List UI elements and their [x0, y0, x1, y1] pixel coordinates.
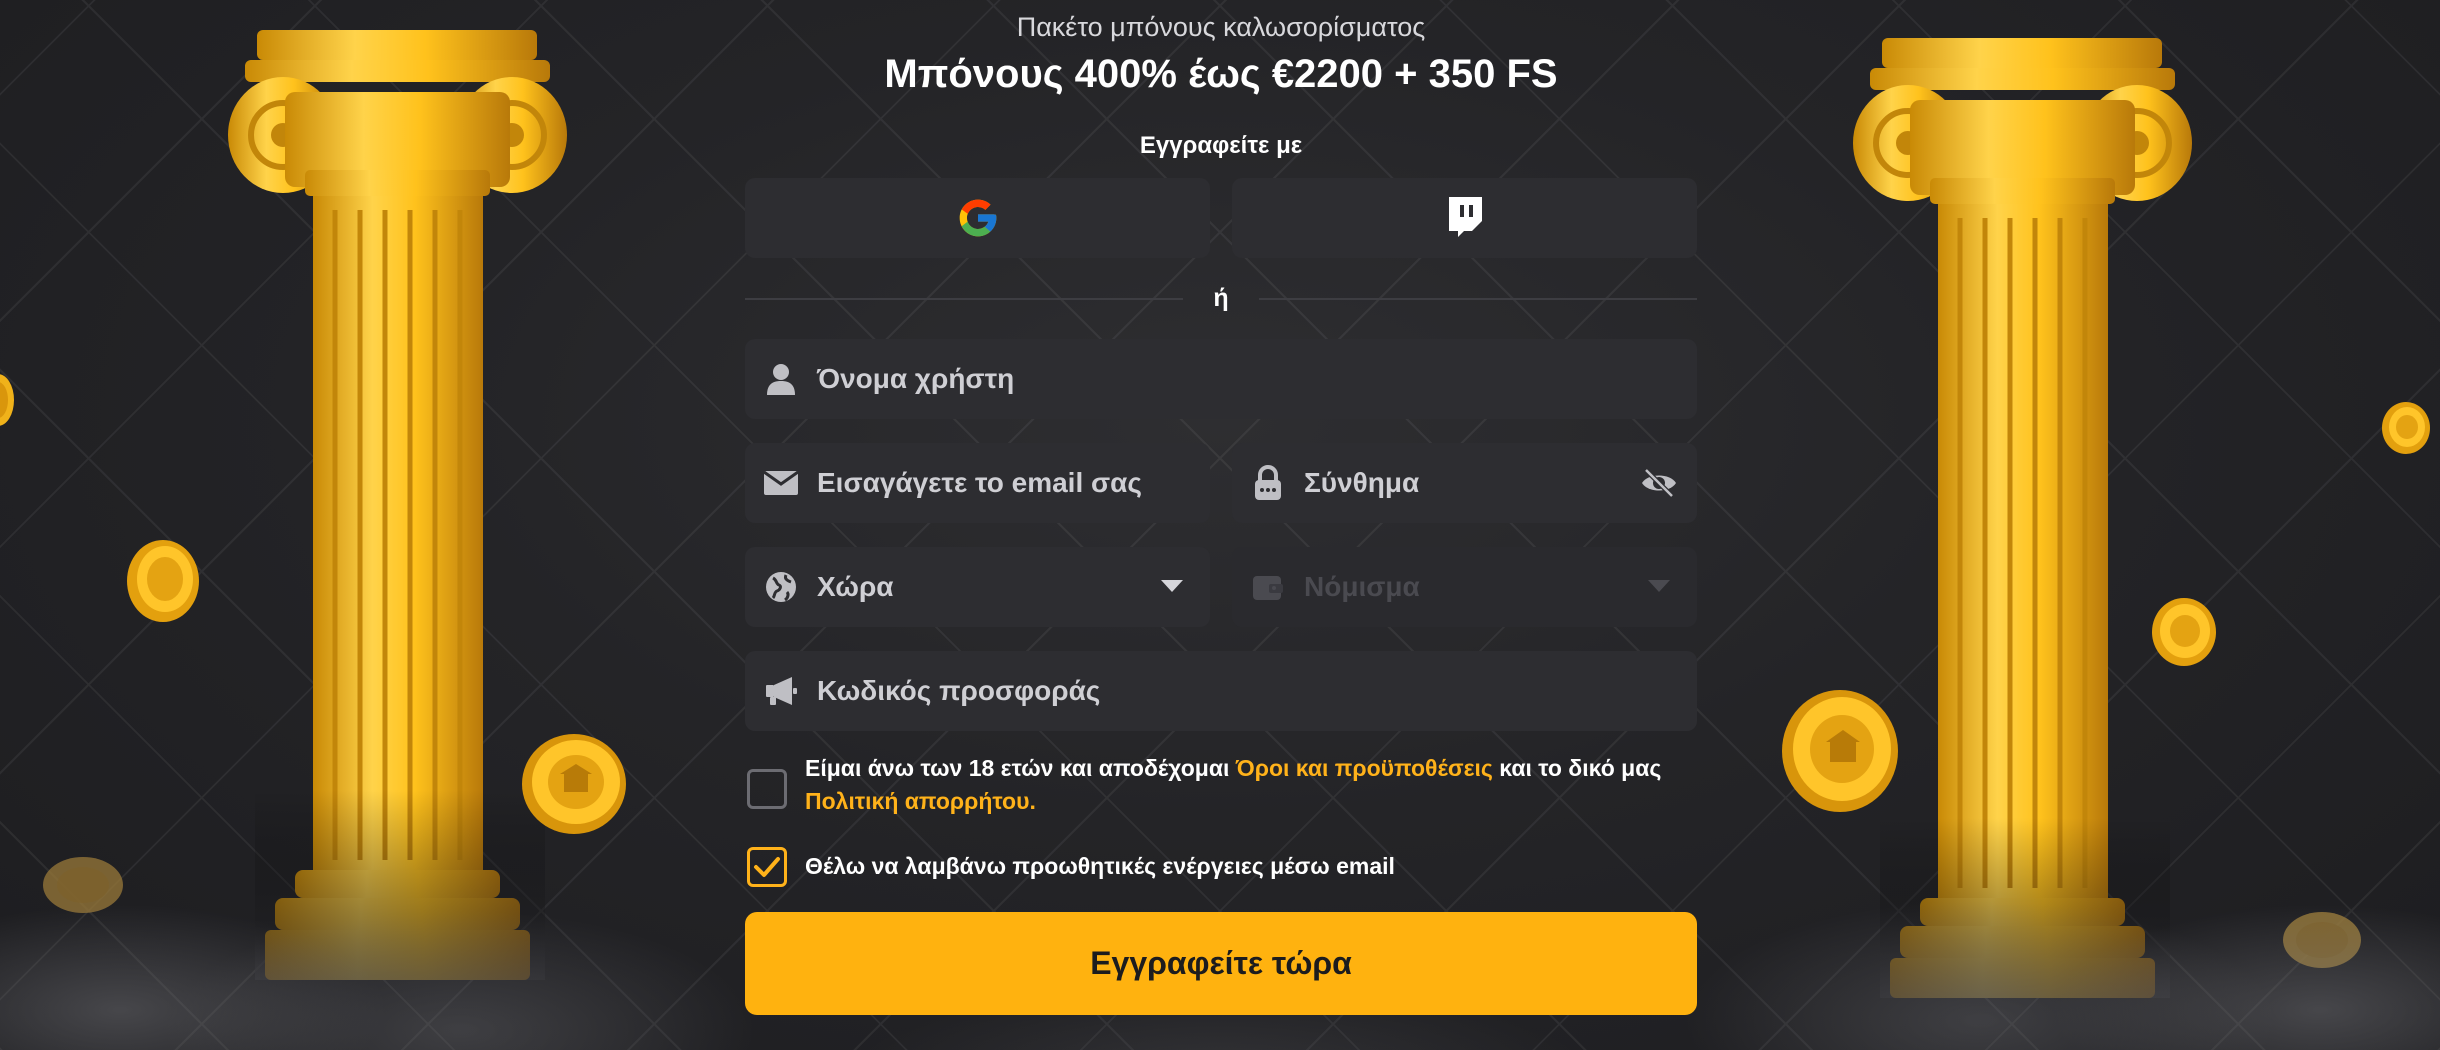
lock-icon: [1250, 465, 1286, 501]
megaphone-icon: [763, 673, 799, 709]
bonus-title: Μπόνους 400% έως €2200 + 350 FS: [884, 52, 1558, 96]
user-icon: [763, 361, 799, 397]
country-placeholder: Χώρα: [817, 571, 894, 602]
terms-consent-row: Είμαι άνω των 18 ετών και αποδέχομαι Όρο…: [745, 752, 1697, 822]
privacy-policy-link[interactable]: Πολιτική απορρήτου.: [805, 788, 1036, 814]
coin-icon: [2152, 598, 2216, 666]
terms-middle: και το δικό μας: [1499, 755, 1662, 781]
google-signup-button[interactable]: [745, 178, 1210, 258]
username-placeholder: Όνομα χρήστη: [817, 363, 1015, 394]
or-divider: ή: [745, 284, 1697, 312]
promo-code-placeholder: Κωδικός προσφοράς: [817, 675, 1101, 706]
or-label: ή: [1213, 284, 1229, 312]
country-select[interactable]: Χώρα: [745, 547, 1210, 627]
register-now-button[interactable]: Εγγραφείτε τώρα: [745, 912, 1697, 1015]
promo-consent-text: Θέλω να λαμβάνω προωθητικές ενέργειες μέ…: [805, 853, 1395, 879]
chevron-down-icon: [1152, 567, 1192, 607]
coin-icon: [43, 857, 123, 913]
username-field[interactable]: Όνομα χρήστη: [745, 339, 1697, 419]
terms-consent-text: Είμαι άνω των 18 ετών και αποδέχομαι Όρο…: [805, 752, 1695, 818]
page-background: Πακέτο μπόνους καλωσορίσματος Μπόνους 40…: [0, 0, 2440, 1050]
password-placeholder: Σύνθημα: [1304, 467, 1420, 498]
globe-icon: [763, 569, 799, 605]
coin-icon: [2382, 402, 2430, 454]
currency-select[interactable]: Νόμισμα: [1232, 547, 1697, 627]
checkmark-icon: [754, 857, 780, 877]
promo-checkbox[interactable]: [747, 847, 787, 887]
twitch-icon: [1448, 197, 1482, 237]
currency-placeholder: Νόμισμα: [1304, 571, 1420, 602]
email-field[interactable]: Εισαγάγετε το email σας: [745, 443, 1210, 523]
terms-link[interactable]: Όροι και προϋποθέσεις: [1236, 755, 1493, 781]
welcome-subtitle: Πακέτο μπόνους καλωσορίσματος: [1016, 12, 1426, 42]
register-with-label: Εγγραφείτε με: [1139, 132, 1303, 159]
registration-panel: Πακέτο μπόνους καλωσορίσματος Μπόνους 40…: [745, 0, 1697, 1050]
coin-icon: [2283, 912, 2361, 968]
coin-icon: [522, 734, 626, 834]
right-pillar-image: [1853, 38, 2192, 998]
left-pillar-image: [228, 30, 567, 980]
terms-checkbox[interactable]: [747, 769, 787, 809]
terms-prefix: Είμαι άνω των 18 ετών και αποδέχομαι: [805, 755, 1230, 781]
wallet-icon: [1250, 569, 1286, 605]
twitch-signup-button[interactable]: [1232, 178, 1697, 258]
promo-code-field[interactable]: Κωδικός προσφοράς: [745, 651, 1697, 731]
promo-consent-row: Θέλω να λαμβάνω προωθητικές ενέργειες μέ…: [745, 845, 1697, 889]
email-placeholder: Εισαγάγετε το email σας: [817, 467, 1142, 498]
envelope-icon: [763, 465, 799, 501]
coin-icon: [127, 540, 199, 622]
coin-icon: [1782, 690, 1898, 812]
password-field[interactable]: Σύνθημα: [1232, 443, 1697, 523]
coin-icon: [0, 374, 14, 426]
google-icon: [959, 199, 996, 237]
eye-off-icon[interactable]: [1639, 463, 1679, 503]
chevron-down-icon: [1639, 567, 1679, 607]
